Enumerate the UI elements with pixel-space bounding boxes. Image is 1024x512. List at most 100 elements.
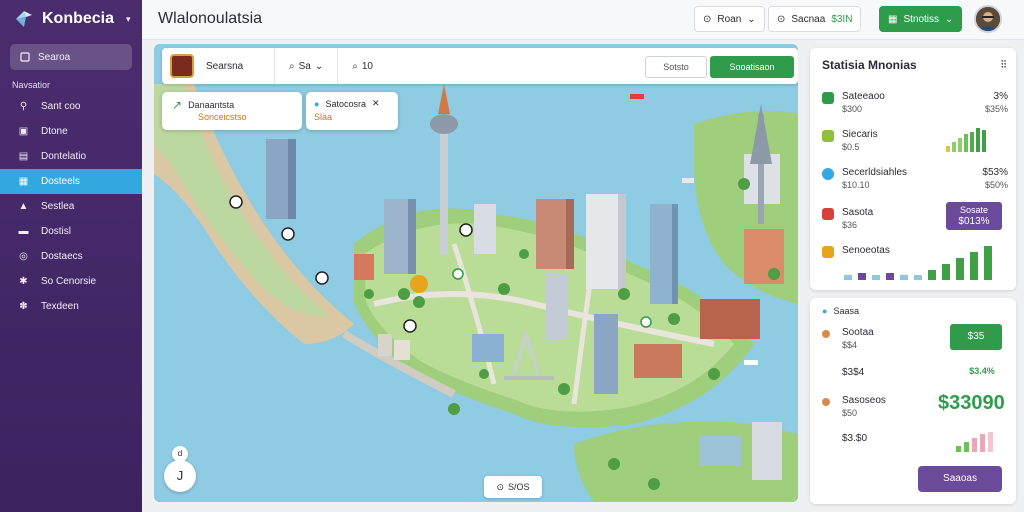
top-bar: Wlalonoulatsia ⊙ Roan ⌄ ⊙ Sacnaa $3IN ▦ …	[142, 0, 1024, 40]
sidebar-item-4[interactable]: ▲ Sestlea	[0, 194, 142, 219]
metric-percent: 3%	[993, 91, 1008, 102]
sidebar-item-label: Dtone	[41, 126, 68, 137]
document-icon: ▤	[18, 151, 29, 162]
map-status[interactable]: ⊙ S/OS	[484, 476, 542, 498]
map-info-card-2[interactable]: ● Satocosra ✕ Slaa	[306, 92, 398, 130]
detail-badge-0: $35	[950, 324, 1002, 350]
sidebar-item-label: Sestlea	[41, 201, 75, 212]
card-title: Danaantsta	[188, 100, 235, 110]
detail-name: Sootaa	[842, 327, 874, 338]
chevron-down-icon: ⌄	[945, 13, 954, 25]
clock-icon: ⊙	[777, 13, 786, 25]
map-info-card-1[interactable]: ↗ Danaantsta Sonceicstso	[162, 92, 302, 130]
arrow-up-icon: ↗	[172, 98, 183, 112]
brand[interactable]: Konbecia ▾	[0, 0, 142, 38]
metric-name: Siecaris	[842, 129, 878, 140]
location-icon: ⊙	[496, 481, 505, 492]
map-control-label: 10	[361, 60, 373, 72]
sidebar-item-6[interactable]: ◎ Dostaecs	[0, 244, 142, 269]
trend-icon	[822, 130, 834, 142]
app-name: Konbecia	[42, 10, 115, 27]
chevron-down-icon: ⌄	[314, 60, 324, 72]
detail-value: $$4	[842, 340, 858, 350]
page-title: Wlalonoulatsia	[158, 10, 263, 27]
details-head: ● Saasa	[822, 306, 859, 316]
sidebar-item-1[interactable]: ▣ Dtone	[0, 119, 142, 144]
more-menu-icon[interactable]: ⁝⁝	[1000, 57, 1007, 71]
globe-icon	[822, 168, 834, 180]
map-control-1[interactable]: ⌕ Sa ⌄	[283, 61, 329, 72]
metric-value: $300	[842, 104, 863, 114]
gear-icon: ✱	[19, 276, 28, 287]
metric-percent: $53%	[982, 167, 1008, 178]
close-icon[interactable]: ✕	[372, 98, 380, 109]
map-status-label: S/OS	[508, 482, 530, 492]
search-icon: ⌕	[352, 60, 358, 72]
divider	[274, 48, 275, 84]
map-zoom-button[interactable]: J	[164, 460, 196, 492]
info-icon: ●	[822, 306, 828, 316]
header-button-0[interactable]: ⊙ Roan ⌄	[694, 6, 765, 32]
clock-icon: ⊙	[703, 13, 712, 25]
header-button-label: Roan	[717, 13, 742, 25]
sidebar-item-label: Dosteels	[41, 176, 80, 187]
map-icon: ▦	[18, 176, 29, 187]
sparkline-bars-3	[956, 426, 993, 452]
city-map[interactable]: Searsna ⌕ Sa ⌄ ⌕ 10 Sotsto Sooatisaon ↗ …	[154, 44, 798, 502]
card-title: Satocosra	[325, 98, 366, 109]
sidebar-item-3[interactable]: ▦ Dosteels	[0, 169, 142, 194]
brand-logo-icon	[16, 11, 32, 27]
sidebar-nav: ⚲ Sant coo ▣ Dtone ▤ Dontelatio ▦ Dosteels ▲…	[0, 94, 142, 319]
map-action-button[interactable]: Sooatisaon	[710, 56, 794, 78]
alert-icon	[822, 208, 834, 220]
detail-name: $3$4	[842, 367, 865, 378]
map-search-input[interactable]: Sotsto	[645, 56, 707, 78]
detail-badge-1: $3.4%	[969, 366, 995, 376]
card-subtitle: Sonceicstso	[198, 112, 247, 122]
avatar[interactable]	[974, 5, 1002, 33]
sidebar-item-label: Sant coo	[41, 101, 81, 112]
details-action-button[interactable]: Saaoas	[918, 466, 1002, 492]
badge-label: Sosate	[959, 205, 989, 215]
chart-icon	[822, 246, 834, 258]
details-head-label: Saasa	[833, 306, 859, 316]
metric-subvalue: $35%	[984, 104, 1008, 114]
search-icon	[20, 52, 30, 62]
sidebar-search-label: Searoa	[38, 51, 71, 63]
sidebar-item-label: Dostaecs	[41, 251, 83, 262]
map-logo-icon	[170, 54, 194, 78]
detail-name: $3.$0	[842, 433, 868, 444]
sparkline-bars-2	[844, 244, 992, 280]
metric-name: Sasota	[842, 207, 874, 218]
header-button-value: $3IN	[831, 13, 853, 25]
map-control-label: Sa	[298, 60, 311, 72]
sidebar-item-8[interactable]: ✽ Texdeen	[0, 294, 142, 319]
gear-icon: ✽	[19, 301, 28, 312]
map-control-2[interactable]: ⌕ 10	[346, 61, 379, 72]
chevron-down-icon[interactable]: ▾	[126, 14, 131, 25]
sidebar-item-2[interactable]: ▤ Dontelatio	[0, 144, 142, 169]
badge-value: $013%	[958, 216, 990, 227]
map-toolbar-label: Searsna	[206, 60, 244, 72]
metric-subvalue: $50%	[984, 180, 1008, 190]
detail-value: $50	[842, 408, 858, 418]
search-icon: ⌕	[289, 60, 295, 72]
dot-icon	[822, 398, 830, 406]
header-button-label: Stnotiss	[903, 13, 940, 25]
folder-icon: ▣	[18, 126, 29, 137]
sparkline-bars-1	[946, 126, 986, 152]
header-button-label: Sacnaa	[791, 13, 826, 25]
metric-name: Sateeaoo	[842, 91, 885, 102]
sidebar-item-5[interactable]: ▬ Dostisl	[0, 219, 142, 244]
sidebar-item-7[interactable]: ✱ So Cenorsie	[0, 269, 142, 294]
panel-title: Statisia Mnonias	[822, 58, 917, 72]
metric-value: $36	[842, 220, 858, 230]
sidebar-item-label: Texdeen	[41, 301, 79, 312]
header-button-2[interactable]: ▦ Stnotiss ⌄	[879, 6, 963, 32]
location-icon: ●	[314, 98, 320, 109]
dot-icon	[822, 330, 830, 338]
grid-icon: ▦	[888, 13, 898, 25]
sidebar-item-0[interactable]: ⚲ Sant coo	[0, 94, 142, 119]
sidebar-search[interactable]: Searoa	[10, 44, 132, 70]
header-button-1[interactable]: ⊙ Sacnaa $3IN	[768, 6, 862, 32]
